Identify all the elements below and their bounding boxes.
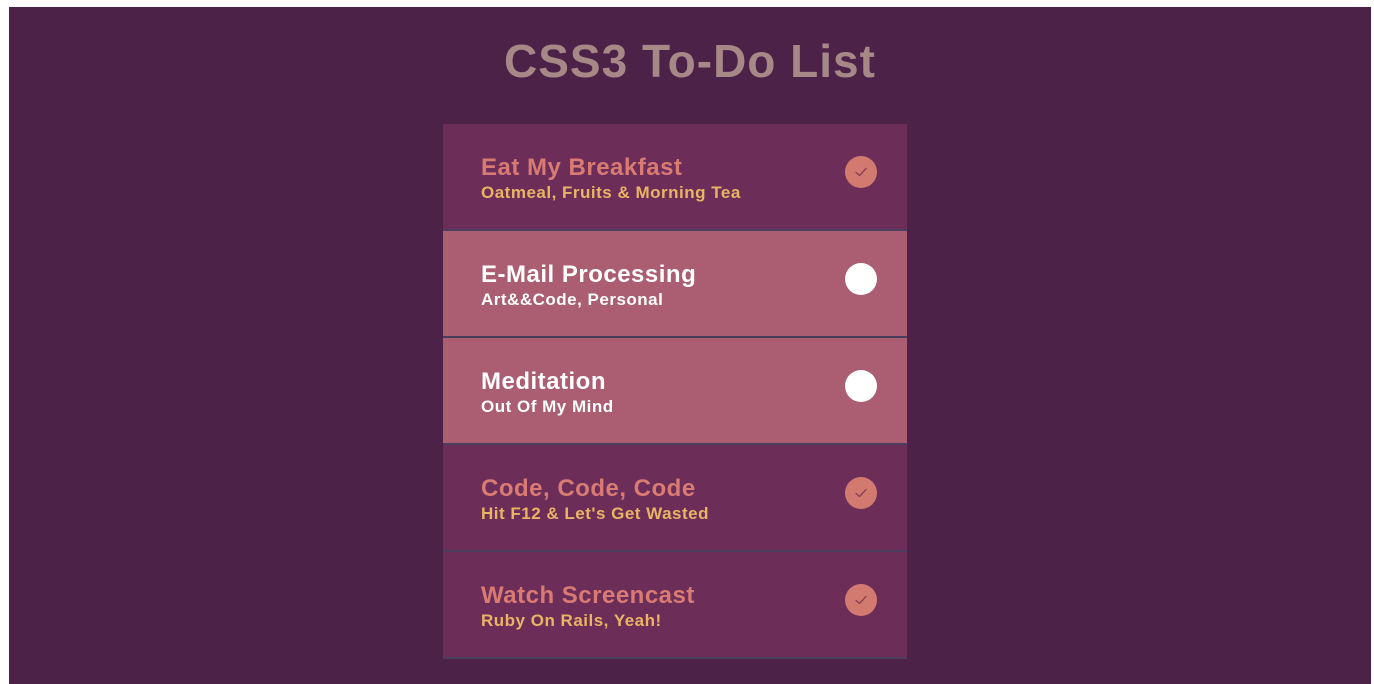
todo-title: Meditation — [481, 368, 606, 395]
todo-list: Eat My Breakfast Oatmeal, Fruits & Morni… — [443, 124, 907, 659]
todo-subtitle: Oatmeal, Fruits & Morning Tea — [481, 183, 741, 202]
empty-circle-icon[interactable] — [845, 263, 877, 295]
todo-item-code-code-code[interactable]: Code, Code, Code Hit F12 & Let's Get Was… — [443, 445, 907, 552]
todo-subtitle: Ruby On Rails, Yeah! — [481, 611, 662, 630]
todo-item-meditation[interactable]: Meditation Out Of My Mind — [443, 338, 907, 445]
check-icon[interactable] — [845, 584, 877, 616]
todo-title: Watch Screencast — [481, 582, 695, 609]
app-canvas: CSS3 To-Do List Eat My Breakfast Oatmeal… — [9, 7, 1371, 684]
todo-item-eat-my-breakfast[interactable]: Eat My Breakfast Oatmeal, Fruits & Morni… — [443, 124, 907, 231]
todo-title: Eat My Breakfast — [481, 154, 683, 181]
page-title: CSS3 To-Do List — [504, 35, 876, 87]
check-icon[interactable] — [845, 477, 877, 509]
empty-circle-icon[interactable] — [845, 370, 877, 402]
todo-title: Code, Code, Code — [481, 475, 696, 502]
todo-title: E-Mail Processing — [481, 261, 697, 288]
todo-subtitle: Out Of My Mind — [481, 397, 614, 416]
todo-subtitle: Art&&Code, Personal — [481, 290, 664, 309]
todo-item-watch-screencast[interactable]: Watch Screencast Ruby On Rails, Yeah! — [443, 552, 907, 659]
check-icon[interactable] — [845, 156, 877, 188]
todo-subtitle: Hit F12 & Let's Get Wasted — [481, 504, 710, 523]
todo-item-email-processing[interactable]: E-Mail Processing Art&&Code, Personal — [443, 231, 907, 338]
